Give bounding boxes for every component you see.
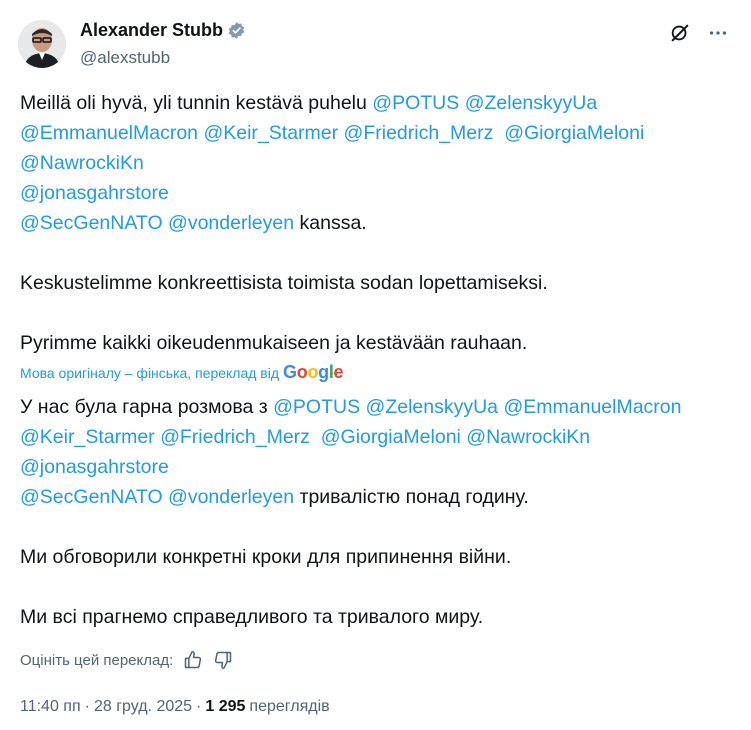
avatar[interactable] [18,20,66,68]
mention-link[interactable]: @SecGenNATO [20,486,163,508]
views-count: 1 295 [205,698,246,715]
text-segment [493,122,504,144]
mention-link[interactable]: @Keir_Starmer [20,426,155,448]
mention-link[interactable]: @jonasgahrstore [20,456,169,478]
google-letter: g [318,362,329,382]
rate-label: Оцініть цей переклад: [20,651,174,669]
text-segment: kanssa. [294,212,367,234]
text-segment: тривалістю понад годину. [294,486,529,508]
text-segment: Ми всі прагнемо справедливого та тривало… [20,606,484,628]
tweet-time[interactable]: 11:40 пп [20,698,81,716]
translated-by: Мова оригіналу – фінська, переклад від G… [20,362,344,383]
translated-text: У нас була гарна розмова з @POTUS @Zelen… [20,392,740,632]
mention-link[interactable]: @ZelenskyyUa [366,396,499,418]
text-line: Pyrimme kaikki oikeudenmukaiseen ja kest… [20,328,740,358]
mention-link[interactable]: @EmmanuelMacron [20,122,198,144]
rate-translation: Оцініть цей переклад: [20,650,233,670]
mention-link[interactable]: @NawrockiKn [466,426,590,448]
meta-separator: · [84,698,90,715]
text-line: @SecGenNATO @vonderleyen тривалістю пона… [20,482,740,512]
avatar-image [18,20,66,68]
handle[interactable]: @alexstubb [80,48,170,68]
text-line: Ми обговорили конкретні кроки для припин… [20,542,740,572]
mention-link[interactable]: @jonasgahrstore [20,182,169,204]
text-line: @NawrockiKn [20,148,740,178]
mention-link[interactable]: @vonderleyen [168,486,294,508]
mention-link[interactable]: @Friedrich_Merz [344,122,494,144]
text-line: У нас була гарна розмова з @POTUS @Zelen… [20,392,740,422]
thumbs-up-icon[interactable] [183,650,203,670]
mention-link[interactable]: @POTUS [273,396,360,418]
mention-link[interactable]: @SecGenNATO [20,212,163,234]
google-letter: o [296,362,308,382]
text-line: Ми всі прагнемо справедливого та тривало… [20,602,740,632]
text-line: Keskustelimme konkreettisista toimista s… [20,268,740,298]
translated-by-label: Мова оригіналу – фінська, переклад від [20,364,280,381]
mention-link[interactable]: @POTUS [372,92,459,114]
text-line: @jonasgahrstore [20,452,740,482]
views-label: переглядів [249,698,330,715]
verified-badge-icon [227,21,246,40]
mention-link[interactable]: @vonderleyen [168,212,294,234]
text-line: @EmmanuelMacron @Keir_Starmer @Friedrich… [20,118,740,148]
grok-icon[interactable] [669,22,691,44]
mention-link[interactable]: @GiorgiaMeloni [321,426,461,448]
text-line: Meillä oli hyvä, yli tunnin kestävä puhe… [20,88,740,118]
google-letter: G [283,362,297,382]
thumbs-down-icon[interactable] [213,650,233,670]
google-letter: e [333,362,344,382]
google-letter: o [307,362,319,382]
tweet-text: Meillä oli hyvä, yli tunnin kestävä puhe… [20,88,740,358]
tweet-date[interactable]: 28 груд. 2025 [94,698,192,716]
mention-link[interactable]: @Friedrich_Merz [160,426,310,448]
text-segment [310,426,321,448]
mention-link[interactable]: @EmmanuelMacron [503,396,681,418]
mention-link[interactable]: @Keir_Starmer [203,122,338,144]
tweet-meta: 11:40 пп · 28 груд. 2025 · 1 295 перегля… [20,698,330,716]
more-options-icon[interactable] [707,22,729,44]
display-name[interactable]: Alexander Stubb [80,20,223,41]
mention-link[interactable]: @NawrockiKn [20,152,144,174]
text-segment: Keskustelimme konkreettisista toimista s… [20,272,548,294]
text-segment: Pyrimme kaikki oikeudenmukaiseen ja kest… [20,332,528,354]
text-segment: У нас була гарна розмова з [20,396,274,418]
mention-link[interactable]: @ZelenskyyUa [465,92,598,114]
mention-link[interactable]: @GiorgiaMeloni [504,122,644,144]
text-segment: Ми обговорили конкретні кроки для припин… [20,546,512,568]
meta-separator: · [196,698,202,715]
text-line: @Keir_Starmer @Friedrich_Merz @GiorgiaMe… [20,422,740,452]
google-logo: Google [283,362,344,383]
text-segment: Meillä oli hyvä, yli tunnin kestävä puhe… [20,92,373,114]
text-line: @jonasgahrstore [20,178,740,208]
text-line: @SecGenNATO @vonderleyen kanssa. [20,208,740,238]
